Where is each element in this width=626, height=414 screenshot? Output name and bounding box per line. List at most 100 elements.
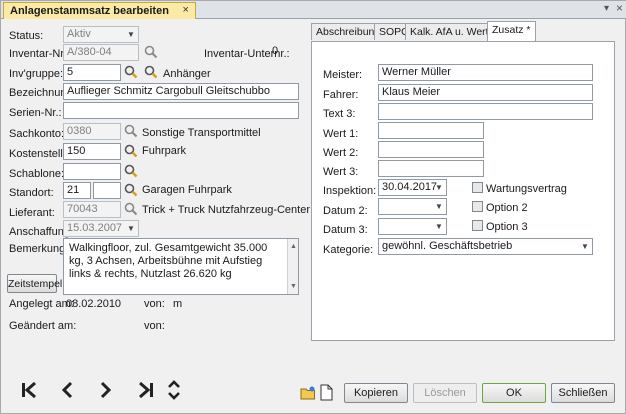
search-icon[interactable] [124, 144, 138, 158]
angelegt-von-value: m [173, 298, 183, 310]
search-icon[interactable] [144, 45, 158, 59]
document-tab-bar: Anlagenstammsatz bearbeiten × ▾ × [1, 1, 626, 19]
text3-field[interactable] [378, 103, 593, 120]
option2-checkbox[interactable] [472, 201, 483, 212]
wert2-field[interactable] [378, 141, 484, 158]
tab-anlagenstammsatz[interactable]: Anlagenstammsatz bearbeiten × [3, 2, 196, 19]
tab-zusatz[interactable]: Zusatz * [487, 21, 536, 41]
up-down-icon[interactable] [167, 379, 181, 406]
option3-checkbox[interactable] [472, 220, 483, 231]
kopieren-button[interactable]: Kopieren [344, 383, 408, 403]
previous-record-icon[interactable] [61, 381, 73, 404]
sachkonto-lookup: Sonstige Transportmittel [142, 127, 261, 139]
option3-label: Option 3 [486, 221, 528, 233]
schablone-label: Schablone: [9, 168, 65, 180]
tab-close-icon[interactable]: × [183, 3, 189, 17]
last-record-icon[interactable] [138, 381, 154, 404]
serien-nr-label: Serien-Nr.: [9, 107, 62, 119]
kostenstelle-lookup: Fuhrpark [142, 145, 187, 157]
lieferant-label: Lieferant: [9, 207, 55, 219]
new-document-icon[interactable] [320, 384, 333, 401]
option2-label: Option 2 [486, 202, 528, 214]
wert3-field[interactable] [378, 160, 484, 177]
inv-gruppe-label: Inv'gruppe: [9, 68, 64, 80]
schablone-field[interactable] [63, 163, 121, 180]
ok-button[interactable]: OK [482, 383, 546, 403]
anschaffung-date-field[interactable]: 15.03.2007 ▼ [63, 220, 139, 237]
serien-nr-field[interactable] [63, 102, 299, 119]
inventar-unternr-value: 0 [272, 45, 279, 57]
inspektion-value: 30.04.2017 [382, 181, 438, 193]
fahrer-field[interactable]: Klaus Meier [378, 84, 593, 101]
wartungsvertrag-checkbox[interactable] [472, 182, 483, 193]
datum3-label: Datum 3: [323, 224, 368, 236]
datum2-date-field[interactable]: ▼ [378, 198, 447, 215]
sachkonto-label: Sachkonto: [9, 128, 65, 140]
datum3-date-field[interactable]: ▼ [378, 218, 447, 235]
status-label: Status: [9, 30, 44, 42]
angelegt-label: Angelegt am: [9, 298, 74, 310]
window-close-icon[interactable]: × [616, 1, 623, 15]
geaendert-von-label: von: [144, 320, 165, 332]
scroll-up-icon[interactable]: ▲ [290, 240, 297, 253]
meister-label: Meister: [323, 69, 363, 81]
standort-sub-field[interactable] [93, 182, 121, 199]
inv-gruppe-field[interactable]: 5 [63, 64, 121, 81]
text3-label: Text 3: [323, 108, 356, 120]
kategorie-value: gewöhnl. Geschäftsbetrieb [382, 240, 513, 252]
dropdown-arrow-icon[interactable]: ▼ [432, 180, 446, 195]
meister-field[interactable]: Werner Müller [378, 64, 593, 81]
scroll-down-icon[interactable]: ▼ [290, 280, 297, 293]
inventar-nr-field[interactable]: A/380-04 [63, 44, 139, 61]
next-record-icon[interactable] [100, 381, 112, 404]
search-icon[interactable] [124, 124, 138, 138]
status-value: Aktiv [67, 28, 91, 40]
bemerkung-scrollbar[interactable]: ▲ ▼ [287, 239, 298, 294]
kategorie-select[interactable]: gewöhnl. Geschäftsbetrieb ▼ [378, 238, 593, 255]
search-icon[interactable] [124, 202, 138, 216]
standort-field[interactable]: 21 [63, 182, 91, 199]
inspektion-date-field[interactable]: 30.04.2017 ▼ [378, 179, 447, 196]
dialog-window: Anlagenstammsatz bearbeiten × ▾ × Status… [0, 0, 626, 414]
new-folder-icon[interactable] [300, 386, 316, 400]
inspektion-label: Inspektion: [323, 185, 377, 197]
anschaffung-value: 15.03.2007 [67, 222, 123, 234]
angelegt-von-label: von: [144, 298, 165, 310]
kostenstelle-field[interactable]: 150 [63, 143, 121, 160]
standort-label: Standort: [9, 187, 54, 199]
tab-title: Anlagenstammsatz bearbeiten [10, 5, 169, 17]
inv-gruppe-lookup: Anhänger [163, 68, 211, 80]
search-icon[interactable] [124, 164, 138, 178]
bezeichnung-field[interactable]: Auflieger Schmitz Cargobull Gleitschubbo [63, 83, 299, 100]
search-icon[interactable] [124, 183, 138, 197]
dropdown-arrow-icon[interactable]: ▼ [432, 199, 446, 214]
wartungsvertrag-label: Wartungsvertrag [486, 183, 567, 195]
wert1-label: Wert 1: [323, 128, 359, 140]
status-select[interactable]: Aktiv ▼ [63, 26, 139, 43]
schliessen-button[interactable]: Schließen [551, 383, 615, 403]
search-icon[interactable] [124, 65, 138, 79]
dropdown-arrow-icon[interactable]: ▼ [124, 27, 138, 42]
lieferant-field[interactable]: 70043 [63, 201, 121, 218]
standort-lookup: Garagen Fuhrpark [142, 184, 232, 196]
wert2-label: Wert 2: [323, 147, 359, 159]
dropdown-arrow-icon[interactable]: ▼ [578, 239, 592, 254]
sachkonto-field[interactable]: 0380 [63, 123, 121, 140]
first-record-icon[interactable] [21, 381, 37, 404]
dropdown-arrow-icon[interactable]: ▼ [432, 219, 446, 234]
kategorie-label: Kategorie: [323, 244, 374, 256]
dropdown-arrow-icon[interactable]: ▼ [124, 221, 138, 236]
fahrer-label: Fahrer: [323, 89, 359, 101]
wert1-field[interactable] [378, 122, 484, 139]
angelegt-value: 08.02.2010 [66, 298, 122, 310]
geaendert-label: Geändert am: [9, 320, 77, 332]
window-menu-arrow-icon[interactable]: ▾ [604, 3, 609, 14]
wert3-label: Wert 3: [323, 166, 359, 178]
bemerkung-label: Bemerkung: [9, 243, 69, 255]
bemerkung-textarea[interactable]: Walkingfloor, zul. Gesamtgewicht 35.000 … [63, 238, 299, 295]
datum2-label: Datum 2: [323, 205, 368, 217]
loeschen-button[interactable]: Löschen [413, 383, 477, 403]
search-icon[interactable] [144, 65, 158, 79]
inventar-nr-label: Inventar-Nr.: [9, 48, 70, 60]
zeitstempel-button[interactable]: Zeitstempel [7, 274, 62, 293]
